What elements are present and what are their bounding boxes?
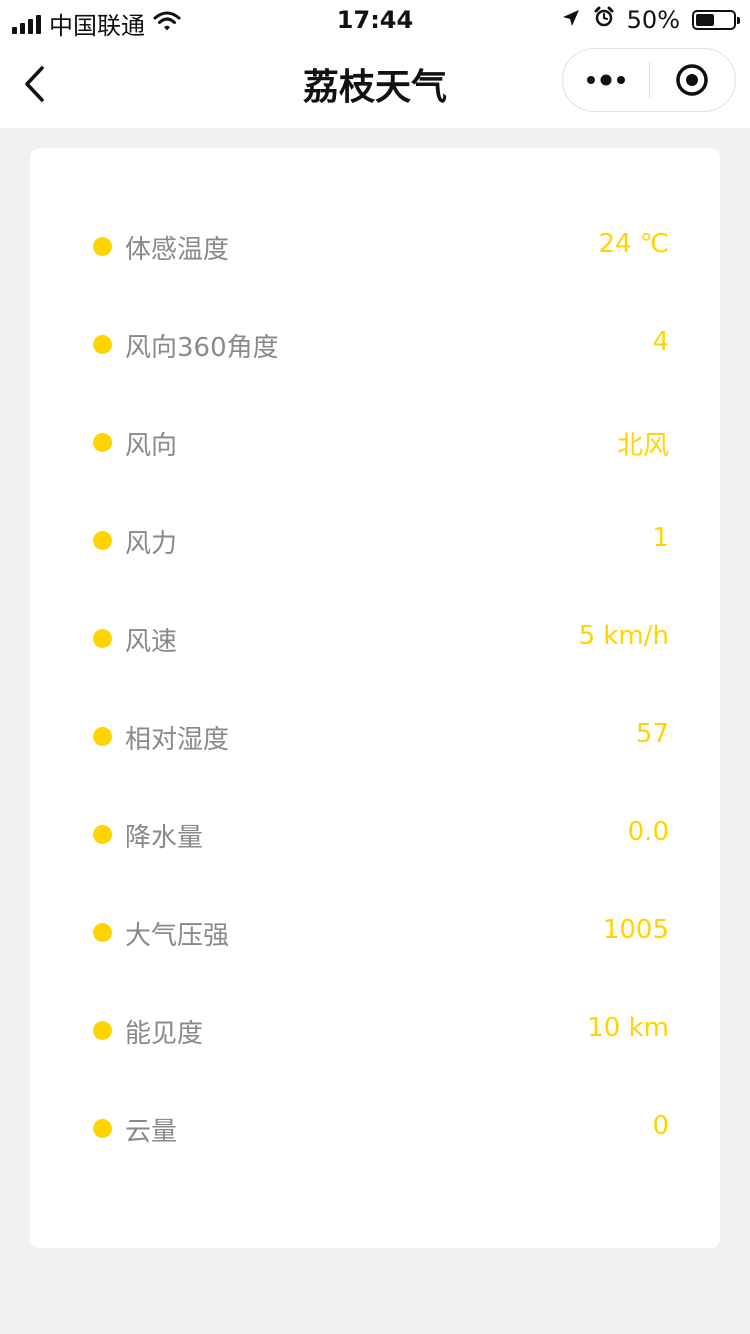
detail-value: 0.0 (627, 817, 669, 847)
detail-row-humidity: 相对湿度 57 (30, 687, 720, 785)
battery-percent: 50% (626, 6, 680, 34)
menu-capsule (562, 48, 736, 112)
detail-label: 风速 (125, 627, 178, 657)
bullet-dot-icon (93, 727, 112, 746)
detail-row-cloud-cover: 云量 0 (30, 1079, 720, 1177)
status-bar: 中国联通 17:44 50% (0, 0, 750, 40)
detail-label: 云量 (125, 1117, 178, 1147)
bullet-dot-icon (93, 237, 112, 256)
more-button[interactable] (563, 49, 649, 111)
battery-level (696, 14, 714, 26)
detail-row-wind-angle: 风向360角度 4 (30, 295, 720, 393)
weather-detail-card: 体感温度 24 ℃ 风向360角度 4 风向 北风 风力 1 风速 5 km/h… (30, 148, 720, 1248)
detail-label: 大气压强 (125, 921, 230, 951)
detail-value: 24 ℃ (598, 229, 669, 259)
detail-label: 体感温度 (125, 235, 230, 265)
alarm-icon (593, 6, 615, 34)
weather-detail-list: 体感温度 24 ℃ 风向360角度 4 风向 北风 风力 1 风速 5 km/h… (30, 197, 720, 1177)
bullet-dot-icon (93, 923, 112, 942)
bullet-dot-icon (93, 1119, 112, 1138)
bullet-dot-icon (93, 335, 112, 354)
detail-label: 风向 (125, 431, 178, 461)
navigation-bar: 荔枝天气 (0, 40, 750, 128)
detail-label: 风向360角度 (125, 333, 279, 363)
detail-value: 1 (652, 523, 669, 553)
status-right: 50% (561, 6, 740, 34)
detail-value: 1005 (602, 915, 669, 945)
bullet-dot-icon (93, 1021, 112, 1040)
detail-row-visibility: 能见度 10 km (30, 981, 720, 1079)
detail-row-pressure: 大气压强 1005 (30, 883, 720, 981)
detail-value: 4 (652, 327, 669, 357)
detail-label: 降水量 (125, 823, 204, 853)
bullet-dot-icon (93, 433, 112, 452)
bullet-dot-icon (93, 531, 112, 550)
detail-row-wind-direction: 风向 北风 (30, 393, 720, 491)
bullet-dot-icon (93, 629, 112, 648)
close-target-icon (676, 64, 708, 96)
detail-row-feels-like: 体感温度 24 ℃ (30, 197, 720, 295)
detail-value: 北风 (616, 431, 669, 461)
detail-label: 相对湿度 (125, 725, 230, 755)
detail-row-precipitation: 降水量 0.0 (30, 785, 720, 883)
close-miniprogram-button[interactable] (650, 49, 736, 111)
bullet-dot-icon (93, 825, 112, 844)
detail-label: 能见度 (125, 1019, 204, 1049)
detail-value: 5 km/h (578, 621, 669, 651)
detail-value: 57 (635, 719, 669, 749)
location-arrow-icon (561, 6, 581, 34)
detail-value: 0 (652, 1111, 669, 1141)
detail-row-wind-scale: 风力 1 (30, 491, 720, 589)
detail-row-wind-speed: 风速 5 km/h (30, 589, 720, 687)
detail-value: 10 km (587, 1013, 669, 1043)
more-dots-icon (586, 74, 625, 86)
detail-label: 风力 (125, 529, 178, 559)
battery-icon (692, 10, 740, 30)
